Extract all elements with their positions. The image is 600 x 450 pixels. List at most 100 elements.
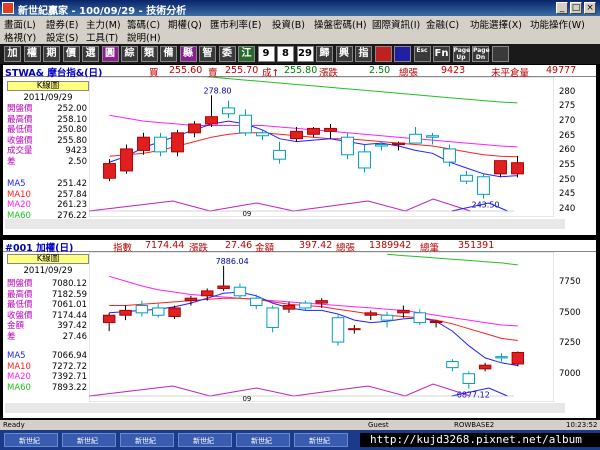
menu-help[interactable]: 說明(H) bbox=[127, 30, 161, 44]
menu-invest[interactable]: 投資(B) bbox=[272, 17, 305, 31]
title-bar: 新世紀贏家 - 100/09/29 - 技術分析 _ □ × bbox=[0, 0, 600, 17]
toolbar-button-14[interactable]: 8 bbox=[277, 46, 294, 62]
menu-main-force[interactable]: 主力(M) bbox=[86, 17, 121, 31]
field-label: 成交量 bbox=[7, 146, 33, 157]
candle-body bbox=[168, 307, 181, 317]
ma-value: 251.42 bbox=[57, 179, 87, 189]
menu-tools[interactable]: 工具(T) bbox=[86, 30, 118, 44]
toolbar-button-21[interactable]: Esc bbox=[413, 46, 431, 62]
candle-body bbox=[494, 160, 507, 175]
y-axis-tick: 270 bbox=[559, 116, 576, 127]
peak-price-label: 278.80 bbox=[204, 86, 232, 95]
field-label: 最高價 bbox=[7, 289, 33, 300]
toolbar-button-24[interactable]: Page Dn bbox=[472, 46, 490, 62]
ma-label: MA5 bbox=[7, 351, 26, 361]
candle-body bbox=[135, 305, 149, 314]
change-value: 2.50 bbox=[369, 65, 391, 76]
toolbar-button-18[interactable]: 指 bbox=[355, 46, 372, 62]
menu-international[interactable]: 國際資訊(I) bbox=[372, 17, 420, 31]
taskbar-item[interactable]: 新世紀 bbox=[236, 433, 290, 447]
taskbar-item[interactable]: 新世紀 bbox=[4, 433, 58, 447]
toolbar-button-7[interactable]: 類 bbox=[140, 46, 158, 62]
ma-value: 7392.71 bbox=[51, 372, 87, 383]
field-value: 7182.59 bbox=[51, 289, 87, 300]
toolbar-button-2[interactable]: 期 bbox=[43, 46, 60, 62]
menu-securities[interactable]: 證券(E) bbox=[46, 17, 78, 31]
status-bar: Ready Guest ROWBASE2 10:23:52 bbox=[0, 420, 600, 430]
toolbar-button-5[interactable]: 圓 bbox=[101, 46, 119, 62]
candle-body bbox=[299, 302, 312, 309]
toolbar-button-3[interactable]: 價 bbox=[62, 46, 80, 62]
maximize-button[interactable]: □ bbox=[570, 2, 582, 14]
toolbar-button-8[interactable]: 備 bbox=[160, 46, 177, 62]
toolbar-button-22[interactable]: Fn bbox=[433, 46, 450, 62]
candle-body bbox=[266, 307, 279, 328]
menu-fx-rates[interactable]: 匯市利率(E) bbox=[210, 17, 261, 31]
candle-body bbox=[151, 307, 165, 316]
toolbar-button-20[interactable] bbox=[394, 46, 411, 62]
toolbar-button-10[interactable]: 智 bbox=[199, 46, 216, 62]
taskbar-item[interactable]: 新世紀 bbox=[178, 433, 232, 447]
ma-value: 257.84 bbox=[57, 189, 87, 200]
toolbar-button-6[interactable]: 綜 bbox=[121, 46, 138, 62]
toolbar-button-23[interactable]: Page Up bbox=[452, 46, 470, 62]
candle-body bbox=[217, 285, 230, 289]
toolbar-button-25[interactable] bbox=[491, 46, 509, 62]
menu-trading-code[interactable]: 操盤密碼(H) bbox=[314, 17, 367, 31]
candle-body bbox=[348, 328, 361, 331]
candle-body bbox=[154, 136, 167, 153]
candle-body bbox=[222, 107, 235, 115]
window-title: 新世紀贏家 - 100/09/29 - 技術分析 bbox=[18, 6, 187, 17]
toolbar-button-16[interactable]: 歸 bbox=[316, 46, 333, 62]
taskbar-item[interactable]: 新世紀 bbox=[294, 433, 348, 447]
index-kline-tab[interactable]: K線圖 bbox=[7, 254, 89, 264]
candle-body bbox=[201, 290, 214, 297]
toolbar-button-19[interactable] bbox=[374, 46, 392, 62]
menu-finance[interactable]: 金融(C) bbox=[426, 17, 459, 31]
minimize-button[interactable]: _ bbox=[556, 2, 568, 14]
candle-body bbox=[307, 127, 320, 135]
index-value: 7174.44 bbox=[145, 240, 185, 251]
menu-settings[interactable]: 設定(S) bbox=[46, 30, 78, 44]
trade-value: 255.80 bbox=[284, 65, 318, 76]
taskbar: 新世紀 新世紀 新世紀 新世紀 新世紀 新世紀 http://kujd3268.pixne… bbox=[0, 430, 600, 450]
status-time: 10:23:52 bbox=[566, 421, 598, 429]
field-label: 收盤價 bbox=[7, 135, 33, 146]
menu-options[interactable]: 期權(Q) bbox=[168, 17, 202, 31]
menu-function-operate[interactable]: 功能操作(W) bbox=[530, 17, 585, 31]
menu-chips[interactable]: 籌碼(C) bbox=[127, 17, 160, 31]
toolbar-button-4[interactable]: 選 bbox=[82, 46, 99, 62]
y-axis-tick: 7250 bbox=[559, 338, 581, 349]
menu-view[interactable]: 格視(Y) bbox=[4, 30, 36, 44]
candle-body bbox=[478, 364, 492, 370]
index-chart-date: 2011/09/29 bbox=[23, 266, 73, 276]
menu-function-select[interactable]: 功能選擇(X) bbox=[470, 17, 522, 31]
toolbar-button-9[interactable]: 縣 bbox=[179, 46, 197, 62]
toolbar-button-12[interactable]: 江 bbox=[238, 46, 255, 62]
index-candlestick-chart[interactable]: 7886.04 6877.12 09 bbox=[89, 252, 554, 402]
ma-label: MA5 bbox=[7, 179, 26, 189]
candle-body bbox=[413, 312, 426, 324]
toolbar-button-1[interactable]: 權 bbox=[23, 46, 41, 62]
futures-chart-panel: STWA& 摩台指&(日) 買 255.60 賣 255.70 成↑ 255.8… bbox=[3, 65, 596, 235]
candle-body bbox=[392, 142, 405, 146]
candle-body bbox=[233, 286, 247, 297]
ma-label: MA60 bbox=[7, 382, 31, 393]
taskbar-item[interactable]: 新世紀 bbox=[120, 433, 174, 447]
trough-price-label: 6877.12 bbox=[457, 391, 490, 400]
count-value: 351391 bbox=[458, 240, 495, 251]
candle-body bbox=[205, 116, 218, 125]
toolbar-button-11[interactable]: 委 bbox=[218, 46, 236, 62]
taskbar-item[interactable]: 新世紀 bbox=[62, 433, 116, 447]
kline-tab[interactable]: K線圖 bbox=[7, 81, 89, 91]
toolbar-button-0[interactable]: 加 bbox=[4, 46, 21, 62]
toolbar-button-15[interactable]: 29 bbox=[296, 46, 314, 62]
toolbar-button-17[interactable]: 興 bbox=[335, 46, 353, 62]
futures-candlestick-chart[interactable]: 278.80243.5009 bbox=[89, 77, 554, 217]
close-button[interactable]: × bbox=[584, 2, 596, 14]
field-label: 收盤價 bbox=[7, 310, 33, 321]
field-value: 7061.01 bbox=[51, 300, 87, 311]
menu-screen[interactable]: 畫面(L) bbox=[4, 17, 36, 31]
toolbar-button-13[interactable]: 9 bbox=[257, 46, 275, 62]
ma-label: MA20 bbox=[7, 372, 31, 383]
